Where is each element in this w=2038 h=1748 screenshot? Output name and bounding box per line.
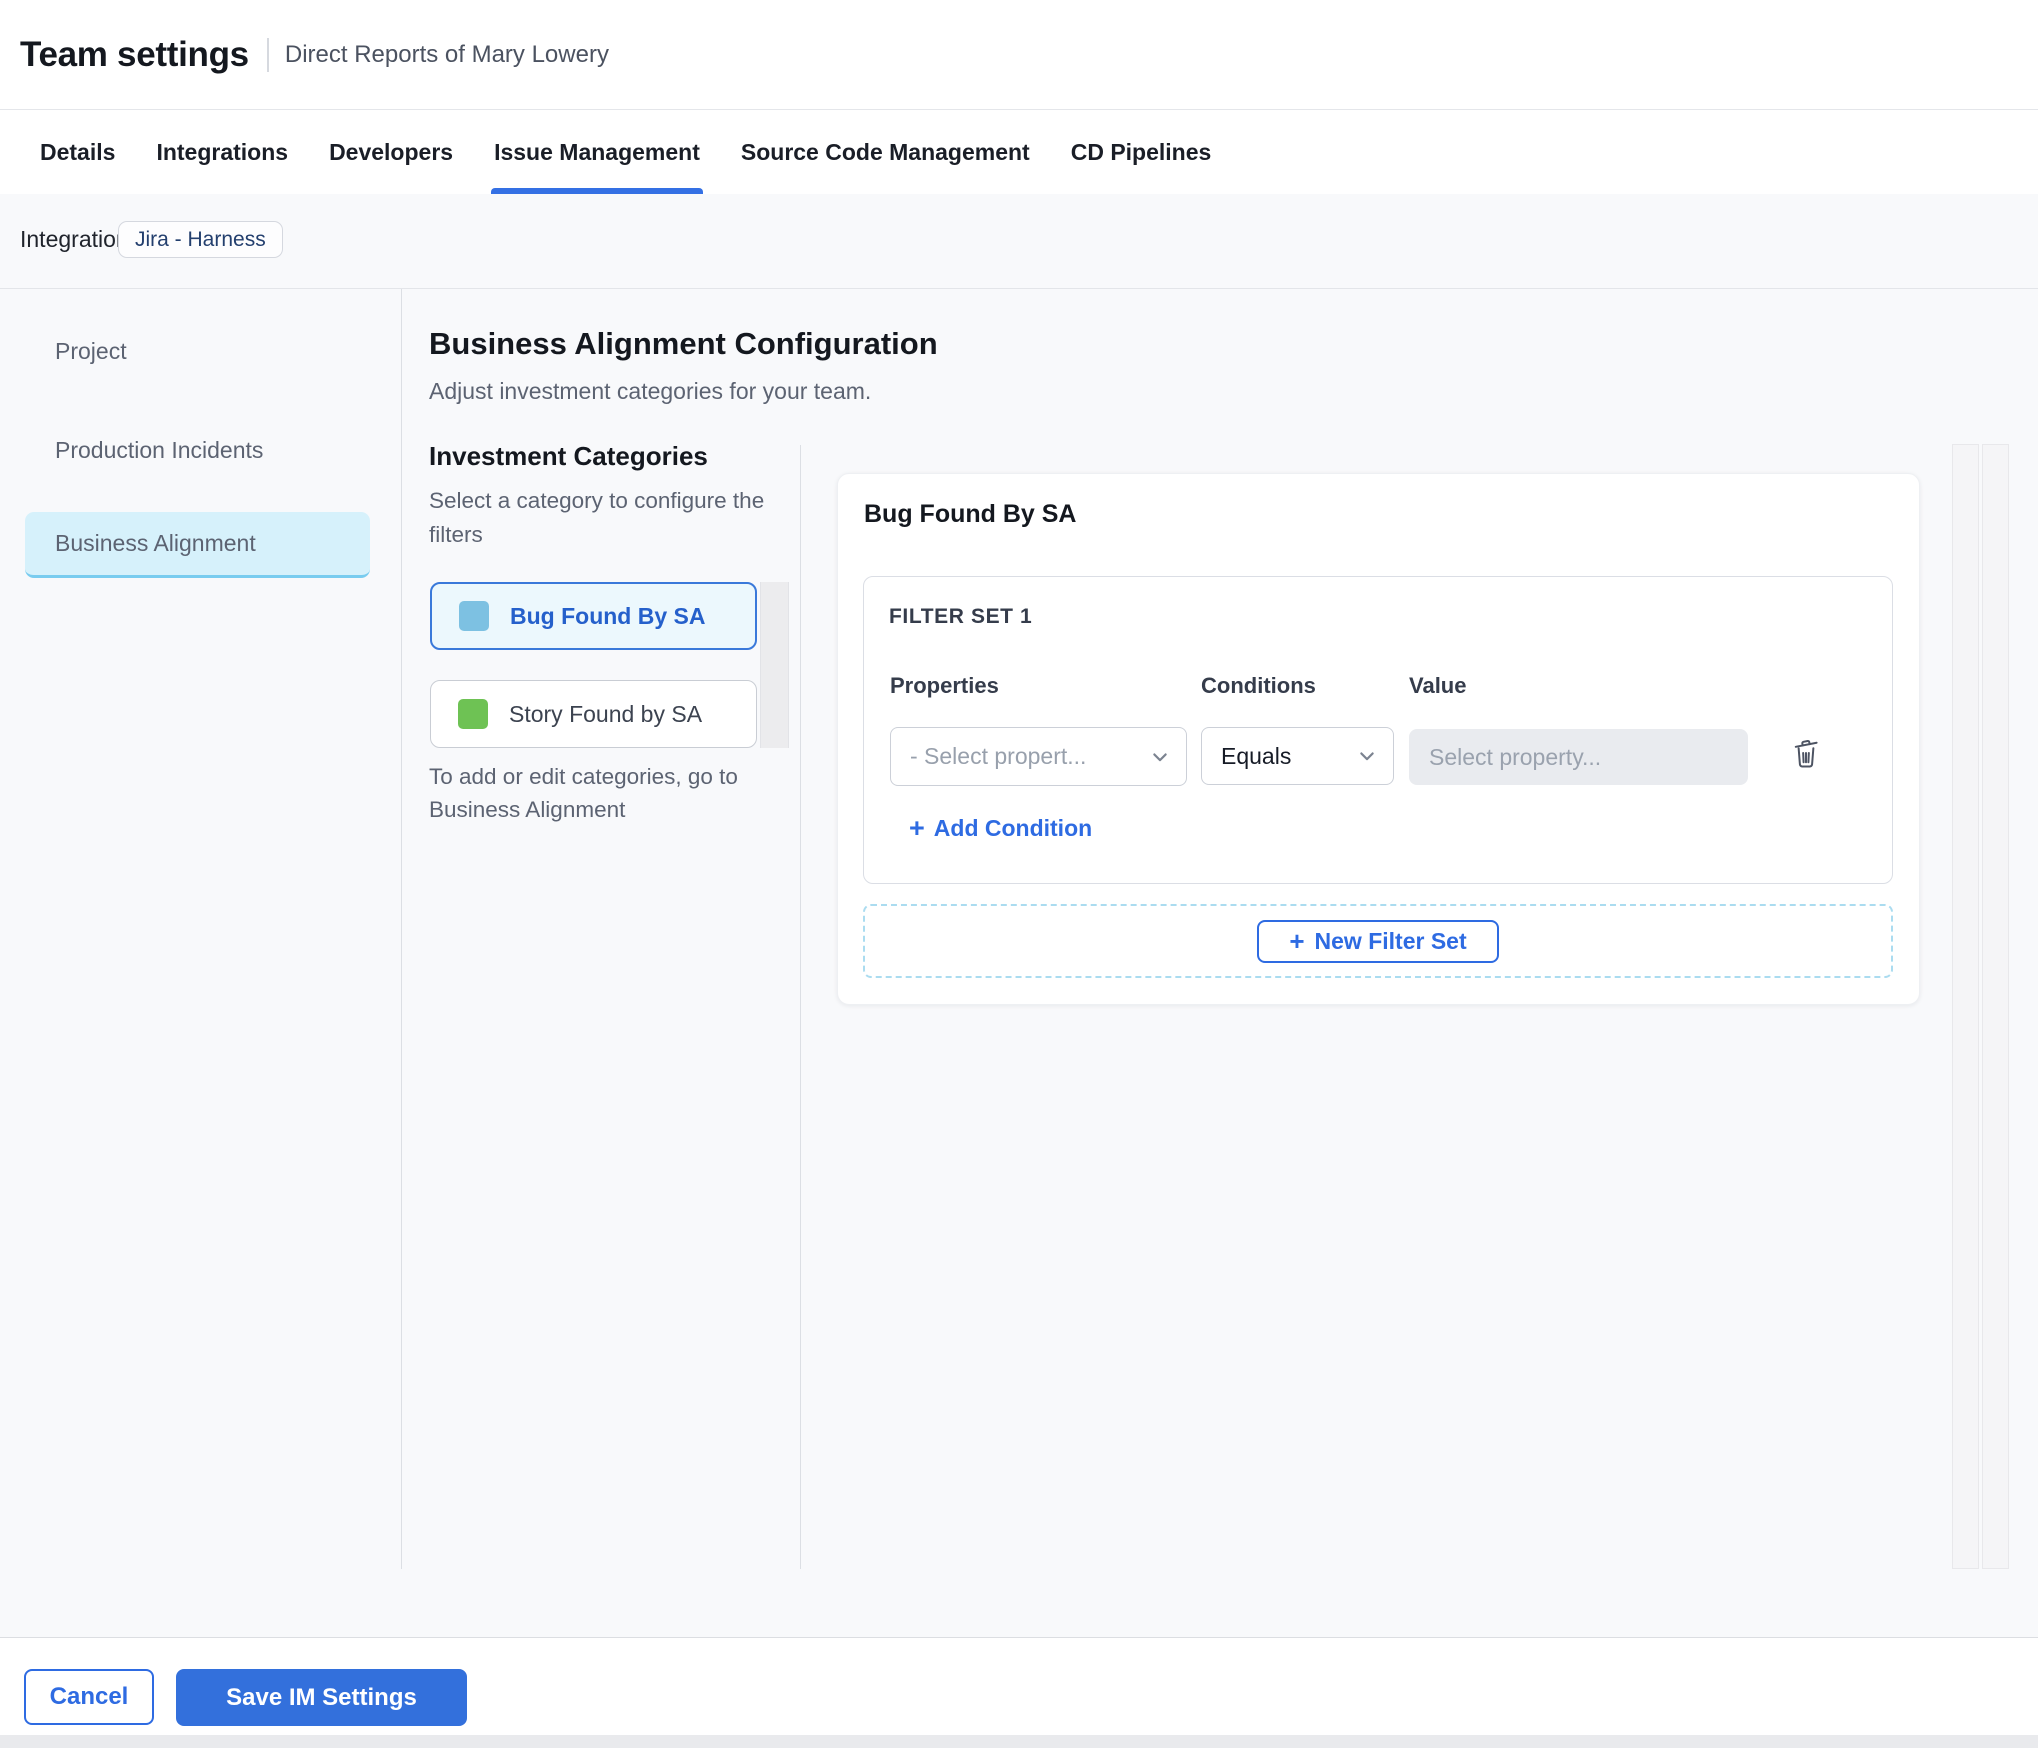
category-list-scrollbar-track[interactable] xyxy=(760,582,789,748)
cancel-button[interactable]: Cancel xyxy=(24,1669,154,1725)
category-button-bug-found-by-sa[interactable]: Bug Found By SA xyxy=(430,582,757,650)
content-top-divider xyxy=(0,288,2038,289)
filter-config-card: Bug Found By SA FILTER SET 1 Properties … xyxy=(837,473,1920,1005)
categories-divider xyxy=(800,445,801,1569)
category-label: Bug Found By SA xyxy=(510,602,706,629)
value-column-label: Value xyxy=(1409,673,1467,698)
sidebar-item-production-incidents[interactable]: Production Incidents xyxy=(25,417,370,483)
horizontal-scrollbar-track[interactable] xyxy=(0,1735,2038,1748)
properties-column-label: Properties xyxy=(890,673,999,698)
page-header: Team settings Direct Reports of Mary Low… xyxy=(0,0,2038,110)
footer-action-bar: Cancel Save IM Settings xyxy=(0,1637,2038,1748)
new-filter-set-button[interactable]: + New Filter Set xyxy=(1257,919,1499,963)
tab-cd-pipelines[interactable]: CD Pipelines xyxy=(1071,110,1212,194)
sidebar-item-label: Project xyxy=(55,337,127,364)
delete-condition-button[interactable] xyxy=(1786,733,1826,773)
conditions-select[interactable]: Equals xyxy=(1201,727,1394,785)
plus-icon: + xyxy=(1289,926,1305,956)
page-subtitle: Direct Reports of Mary Lowery xyxy=(284,40,609,68)
category-color-swatch xyxy=(459,601,489,631)
sidebar-divider xyxy=(401,289,402,1569)
team-settings-page: Team settings Direct Reports of Mary Low… xyxy=(0,0,2038,1748)
integration-badge[interactable]: Jira - Harness xyxy=(118,221,283,258)
properties-select-placeholder: - Select propert... xyxy=(910,743,1087,769)
page-title: Team settings xyxy=(20,34,249,74)
sidebar-item-label: Production Incidents xyxy=(55,436,264,463)
trash-icon xyxy=(1794,740,1818,768)
filter-set-label: FILTER SET 1 xyxy=(889,605,1033,628)
save-im-settings-button[interactable]: Save IM Settings xyxy=(176,1669,467,1726)
sidebar-item-project[interactable]: Project xyxy=(25,318,370,384)
category-label: Story Found by SA xyxy=(509,700,703,727)
sidebar-item-business-alignment[interactable]: Business Alignment xyxy=(25,512,370,578)
title-separator xyxy=(266,37,269,72)
section-subheading: Adjust investment categories for your te… xyxy=(429,378,872,404)
tab-details[interactable]: Details xyxy=(40,110,115,194)
add-condition-link[interactable]: + Add Condition xyxy=(909,815,1092,842)
chevron-down-icon xyxy=(1153,752,1167,761)
tab-source-code-management[interactable]: Source Code Management xyxy=(741,110,1030,194)
investment-categories-description: Select a category to configure the filte… xyxy=(429,488,765,547)
new-filter-set-dropzone: + New Filter Set xyxy=(863,904,1893,978)
filter-card-title: Bug Found By SA xyxy=(864,500,1077,528)
settings-tab-bar: Details Integrations Developers Issue Ma… xyxy=(0,110,2038,194)
scrollbar-track-inner[interactable] xyxy=(1952,444,1979,1569)
investment-categories-heading: Investment Categories xyxy=(429,441,708,471)
section-heading: Business Alignment Configuration xyxy=(429,326,938,361)
value-input[interactable] xyxy=(1409,729,1748,785)
conditions-select-value: Equals xyxy=(1221,742,1292,769)
filter-set-box: FILTER SET 1 Properties Conditions Value… xyxy=(863,576,1893,884)
chevron-down-icon xyxy=(1360,752,1374,761)
categories-note: To add or edit categories, go to Busines… xyxy=(429,764,738,822)
scrollbar-track-outer[interactable] xyxy=(1982,444,2009,1569)
tab-developers[interactable]: Developers xyxy=(329,110,453,194)
category-color-swatch xyxy=(458,699,488,729)
plus-icon: + xyxy=(909,813,925,843)
new-filter-set-label: New Filter Set xyxy=(1314,927,1467,954)
properties-select[interactable]: - Select propert... xyxy=(890,727,1187,786)
conditions-column-label: Conditions xyxy=(1201,673,1316,698)
sidebar-item-label: Business Alignment xyxy=(55,530,256,556)
category-button-story-found-by-sa[interactable]: Story Found by SA xyxy=(430,680,757,748)
tab-integrations[interactable]: Integrations xyxy=(156,110,288,194)
tab-issue-management[interactable]: Issue Management xyxy=(491,110,703,194)
add-condition-label: Add Condition xyxy=(933,815,1093,841)
